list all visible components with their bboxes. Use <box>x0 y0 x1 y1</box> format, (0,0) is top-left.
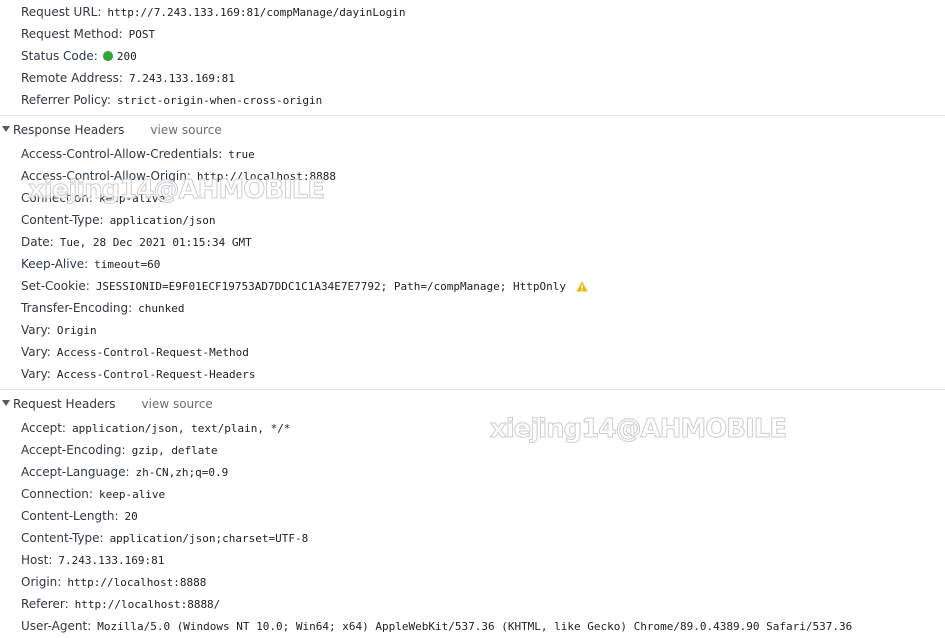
header-value[interactable]: gzip, deflate <box>132 444 218 457</box>
header-key: User-Agent: <box>21 619 92 633</box>
header-key: Accept: <box>21 421 66 435</box>
header-key: Content-Type: <box>21 531 104 545</box>
header-key: Request URL: <box>21 5 102 19</box>
header-row: Set-Cookie: JSESSIONID=E9F01ECF19753AD7DD… <box>21 275 588 297</box>
header-key: Connection: <box>21 487 93 501</box>
header-key: Content-Type: <box>21 213 104 227</box>
header-value[interactable]: Origin <box>57 324 97 337</box>
header-key: Content-Length: <box>21 509 119 523</box>
header-row: Host: 7.243.133.169:81 <box>21 549 164 571</box>
header-key: Accept-Language: <box>21 465 130 479</box>
header-key: Set-Cookie: <box>21 279 90 293</box>
header-key: Vary: <box>21 345 51 359</box>
header-key: Remote Address: <box>21 71 123 85</box>
header-key: Access-Control-Allow-Credentials: <box>21 147 223 161</box>
header-value[interactable]: chunked <box>138 302 184 315</box>
header-value[interactable]: keep-alive <box>99 488 165 501</box>
header-value[interactable]: Access-Control-Request-Method <box>57 346 249 359</box>
header-row: Origin: http://localhost:8888 <box>21 571 206 593</box>
header-row: Accept-Language: zh-CN,zh;q=0.9 <box>21 461 228 483</box>
header-value[interactable]: zh-CN,zh;q=0.9 <box>136 466 229 479</box>
header-row: Keep-Alive: timeout=60 <box>21 253 160 275</box>
view-source-link[interactable]: view source <box>150 123 221 137</box>
header-row: Transfer-Encoding: chunked <box>21 297 185 319</box>
header-value[interactable]: POST <box>129 28 156 41</box>
header-row: Vary: Access-Control-Request-Method <box>21 341 249 363</box>
header-key: Transfer-Encoding: <box>21 301 133 315</box>
header-row: Content-Type: application/json;charset=UT… <box>21 527 308 549</box>
header-key: Origin: <box>21 575 62 589</box>
header-value[interactable]: Mozilla/5.0 (Windows NT 10.0; Win64; x64… <box>97 620 852 633</box>
header-row: Content-Type: application/json <box>21 209 216 231</box>
watermark: xiejing14@AHMOBILE <box>489 414 787 445</box>
header-value[interactable]: application/json <box>110 214 216 227</box>
header-key: Request Method: <box>21 27 123 41</box>
header-row: Connection: keep-alive <box>21 187 165 209</box>
request-headers-section-header[interactable]: Request Headers view source <box>0 392 213 416</box>
header-value[interactable]: 200 <box>117 50 137 63</box>
header-value[interactable]: timeout=60 <box>94 258 160 271</box>
header-value[interactable]: keep-alive <box>99 192 165 205</box>
header-key: Date: <box>21 235 54 249</box>
general-row-request-url: Request URL: http://7.243.133.169:81/comp… <box>21 1 405 23</box>
header-key: Accept-Encoding: <box>21 443 126 457</box>
general-row-request-method: Request Method: POST <box>21 23 155 45</box>
header-value[interactable]: JSESSIONID=E9F01ECF19753AD7DDC1C1A34E7E7… <box>96 280 566 293</box>
view-source-link[interactable]: view source <box>142 397 213 411</box>
header-key: Referrer Policy: <box>21 93 111 107</box>
header-row: Connection: keep-alive <box>21 483 165 505</box>
header-key: Vary: <box>21 323 51 337</box>
header-value[interactable]: http://localhost:8888 <box>197 170 336 183</box>
header-value[interactable]: 7.243.133.169:81 <box>58 554 164 567</box>
header-value[interactable]: true <box>228 148 255 161</box>
general-row-status-code: Status Code: 200 <box>21 45 137 67</box>
header-row: Vary: Origin <box>21 319 97 341</box>
header-row: Access-Control-Allow-Credentials: true <box>21 143 255 165</box>
section-title[interactable]: Request Headers <box>13 397 116 411</box>
header-key: Vary: <box>21 367 51 381</box>
warning-icon[interactable] <box>576 277 588 299</box>
header-key: Connection: <box>21 191 93 205</box>
header-row: Date: Tue, 28 Dec 2021 01:15:34 GMT <box>21 231 252 253</box>
header-key: Referer: <box>21 597 69 611</box>
header-value[interactable]: Tue, 28 Dec 2021 01:15:34 GMT <box>60 236 252 249</box>
header-key: Keep-Alive: <box>21 257 89 271</box>
section-divider <box>0 115 945 116</box>
section-title[interactable]: Response Headers <box>13 123 124 137</box>
header-key: Access-Control-Allow-Origin: <box>21 169 191 183</box>
general-row-remote-address: Remote Address: 7.243.133.169:81 <box>21 67 235 89</box>
header-row: User-Agent: Mozilla/5.0 (Windows NT 10.0;… <box>21 615 852 637</box>
header-value[interactable]: 20 <box>125 510 138 523</box>
section-divider <box>0 389 945 390</box>
collapse-triangle-icon[interactable] <box>2 400 10 406</box>
header-value[interactable]: 7.243.133.169:81 <box>129 72 235 85</box>
header-row: Referer: http://localhost:8888/ <box>21 593 220 615</box>
header-value[interactable]: http://localhost:8888 <box>67 576 206 589</box>
header-key: Host: <box>21 553 53 567</box>
collapse-triangle-icon[interactable] <box>2 126 10 132</box>
header-row: Content-Length: 20 <box>21 505 138 527</box>
status-ok-icon <box>102 51 113 61</box>
header-key: Status Code: <box>21 49 98 63</box>
header-value[interactable]: application/json, text/plain, */* <box>72 422 291 435</box>
header-value[interactable]: Access-Control-Request-Headers <box>57 368 256 381</box>
header-value[interactable]: http://7.243.133.169:81/compManage/dayin… <box>107 6 405 19</box>
header-value[interactable]: application/json;charset=UTF-8 <box>110 532 309 545</box>
header-row: Accept-Encoding: gzip, deflate <box>21 439 218 461</box>
header-row: Accept: application/json, text/plain, */* <box>21 417 291 439</box>
header-row: Access-Control-Allow-Origin: http://local… <box>21 165 336 187</box>
header-row: Vary: Access-Control-Request-Headers <box>21 363 256 385</box>
header-value[interactable]: strict-origin-when-cross-origin <box>117 94 322 107</box>
general-row-referrer-policy: Referrer Policy: strict-origin-when-cross… <box>21 89 322 111</box>
response-headers-section-header[interactable]: Response Headers view source <box>0 118 222 142</box>
header-value[interactable]: http://localhost:8888/ <box>75 598 221 611</box>
